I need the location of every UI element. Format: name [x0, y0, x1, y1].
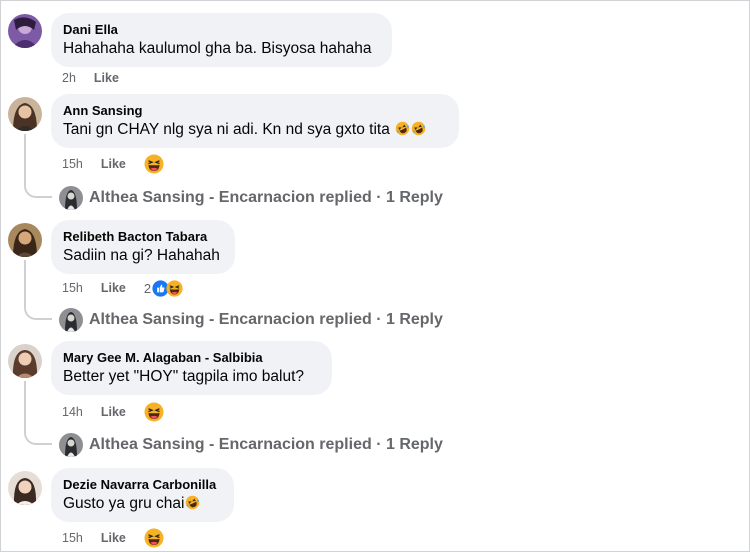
comment-bubble: Ann Sansing Tani gn CHAY nlg sya ni adi.… [51, 94, 459, 148]
thread-connector [24, 306, 52, 320]
comment-meta: 15h Like [62, 528, 164, 548]
reply-count: 1 Reply [385, 189, 443, 206]
laughing-emoji-icon[interactable] [144, 528, 164, 548]
reply-count: 1 Reply [385, 436, 443, 453]
reply-separator: · [376, 436, 382, 453]
view-replies-link[interactable]: Althea Sansing - Encarnacion replied · 1… [59, 307, 443, 333]
comment-text-body: Gusto ya gru chai [63, 495, 185, 512]
rofl-emoji-icon [185, 495, 200, 510]
avatar[interactable] [8, 97, 42, 131]
comment-bubble: Dezie Navarra Carbonilla Gusto ya gru ch… [51, 468, 234, 522]
reply-separator: · [376, 189, 382, 206]
reply-author-line: Althea Sansing - Encarnacion replied [89, 189, 372, 206]
reply-count: 1 Reply [385, 311, 443, 328]
comment-time[interactable]: 15h [62, 531, 83, 545]
like-button[interactable]: Like [101, 281, 126, 295]
like-button[interactable]: Like [101, 531, 126, 545]
thread-connector [24, 184, 52, 198]
like-button[interactable]: Like [94, 71, 119, 85]
comment-text: Better yet "HOY" tagpila imo balut? [63, 368, 305, 385]
laughing-emoji-icon[interactable] [144, 402, 164, 422]
comment-meta: 14h Like [62, 402, 164, 422]
thread-line [24, 260, 26, 306]
reaction-summary[interactable]: 2 [144, 280, 183, 297]
comment-text: Sadiin na gi? Hahahah [63, 247, 220, 264]
reply-author-line: Althea Sansing - Encarnacion replied [89, 311, 372, 328]
comment-time[interactable]: 15h [62, 281, 83, 295]
comment-time[interactable]: 2h [62, 71, 76, 85]
comment-author[interactable]: Dani Ella [63, 21, 380, 38]
comment-time[interactable]: 14h [62, 405, 83, 419]
comment-bubble: Relibeth Bacton Tabara Sadiin na gi? Hah… [51, 220, 235, 274]
reply-summary: Althea Sansing - Encarnacion replied · 1… [89, 436, 443, 454]
avatar[interactable] [8, 14, 42, 48]
comment-bubble: Mary Gee M. Alagaban - Salbibia Better y… [51, 341, 332, 395]
comment-author[interactable]: Ann Sansing [63, 102, 447, 119]
rofl-emoji-icon [395, 121, 410, 136]
like-button[interactable]: Like [101, 405, 126, 419]
avatar[interactable] [8, 471, 42, 505]
view-replies-link[interactable]: Althea Sansing - Encarnacion replied · 1… [59, 432, 443, 458]
reply-summary: Althea Sansing - Encarnacion replied · 1… [89, 189, 443, 207]
comment-meta: 15h Like [62, 154, 164, 174]
comment-text-body: Tani gn CHAY nlg sya ni adi. Kn nd sya g… [63, 121, 390, 138]
laughing-emoji-icon[interactable] [144, 154, 164, 174]
reply-author-line: Althea Sansing - Encarnacion replied [89, 436, 372, 453]
view-replies-link[interactable]: Althea Sansing - Encarnacion replied · 1… [59, 185, 443, 211]
comment-author[interactable]: Relibeth Bacton Tabara [63, 228, 223, 245]
comment-text: Tani gn CHAY nlg sya ni adi. Kn nd sya g… [63, 119, 447, 140]
reply-avatar [59, 433, 83, 457]
comment-bubble: Dani Ella Hahahaha kaulumol gha ba. Bisy… [51, 13, 392, 67]
comments-panel: Dani Ella Hahahaha kaulumol gha ba. Bisy… [0, 0, 750, 552]
reply-avatar [59, 186, 83, 210]
comment-author[interactable]: Dezie Navarra Carbonilla [63, 476, 222, 493]
comment-text: Gusto ya gru chai [63, 493, 222, 514]
avatar[interactable] [8, 223, 42, 257]
laughing-reaction-icon [166, 280, 183, 297]
avatar[interactable] [8, 344, 42, 378]
like-button[interactable]: Like [101, 157, 126, 171]
comment-meta: 2h Like [62, 68, 137, 88]
reply-avatar [59, 308, 83, 332]
comment-text: Hahahaha kaulumol gha ba. Bisyosa hahaha [63, 40, 372, 57]
reaction-count: 2 [143, 280, 152, 296]
comment-author[interactable]: Mary Gee M. Alagaban - Salbibia [63, 349, 320, 366]
thread-line [24, 381, 26, 431]
thread-line [24, 134, 26, 184]
comment-time[interactable]: 15h [62, 157, 83, 171]
comment-meta: 15h Like 2 [62, 278, 183, 298]
rofl-emoji-icon [411, 121, 426, 136]
reply-separator: · [376, 311, 382, 328]
thread-connector [24, 431, 52, 445]
reply-summary: Althea Sansing - Encarnacion replied · 1… [89, 311, 443, 329]
